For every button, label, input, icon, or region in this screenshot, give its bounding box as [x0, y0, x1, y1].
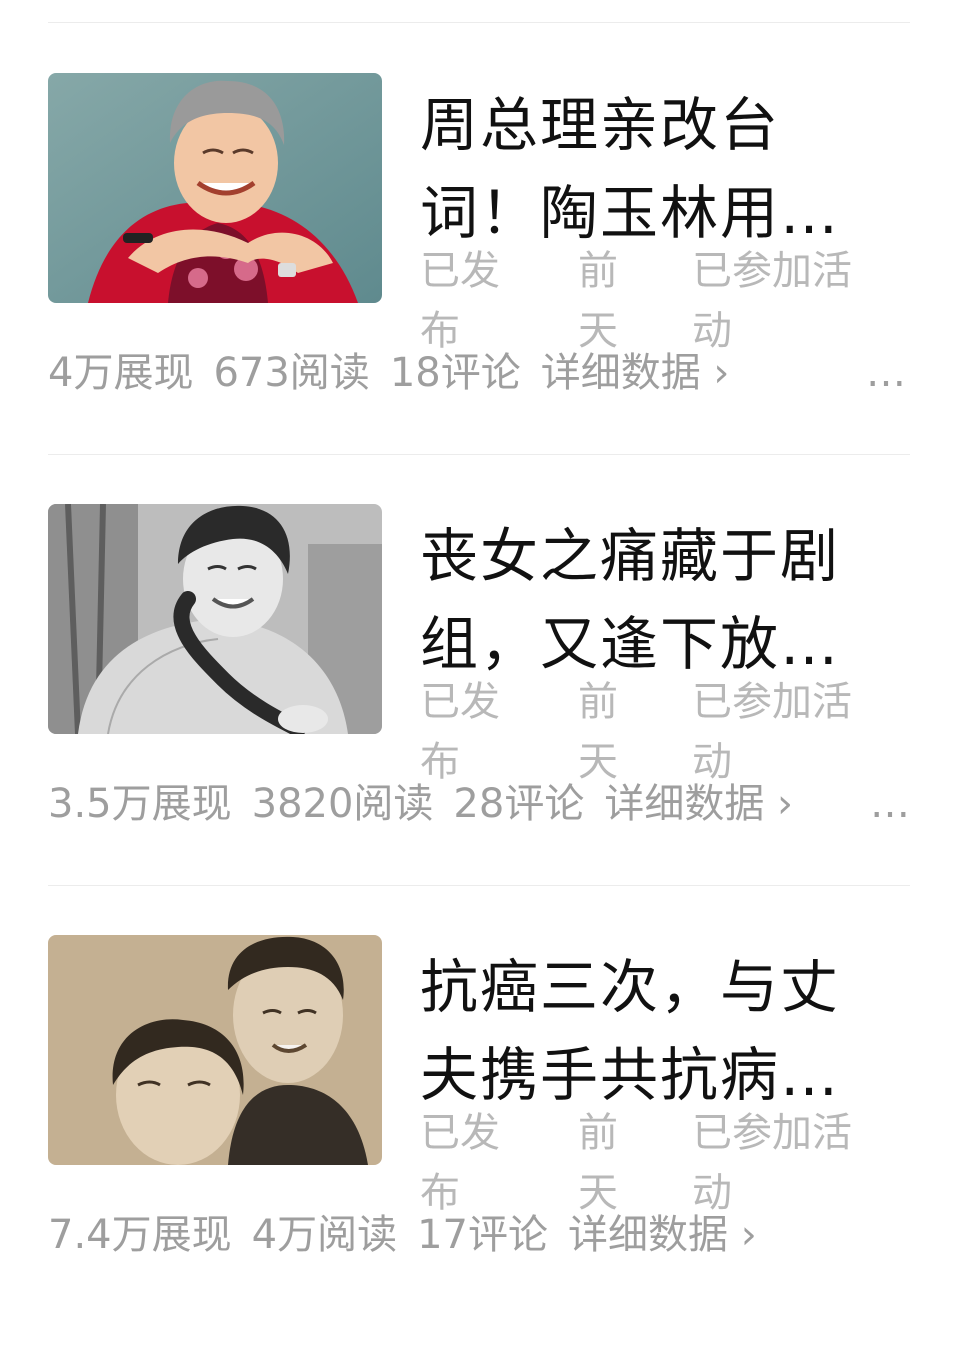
- article-title[interactable]: 周总理亲改台 词！陶玉林用…: [420, 81, 890, 257]
- title-line-1: 周总理亲改台: [420, 91, 781, 159]
- comments-count[interactable]: 18评论: [390, 350, 521, 396]
- thumbnail-bw-woman-braid[interactable]: [48, 504, 382, 734]
- article-title[interactable]: 丧女之痛藏于剧 组，又逢下放…: [420, 512, 890, 688]
- thumbnail-sepia-couple[interactable]: [48, 935, 382, 1165]
- comments-count[interactable]: 17评论: [417, 1212, 548, 1258]
- article-title[interactable]: 抗癌三次，与丈 夫携手共抗病…: [420, 943, 890, 1119]
- views-count: 4万展现: [48, 350, 194, 396]
- views-count: 3.5万展现: [48, 781, 232, 827]
- reads-count: 673阅读: [213, 350, 370, 396]
- detail-data-link[interactable]: 详细数据 ›: [604, 781, 793, 827]
- comments-count[interactable]: 28评论: [453, 781, 584, 827]
- more-options-icon[interactable]: …: [870, 774, 910, 834]
- views-count: 7.4万展现: [48, 1212, 232, 1258]
- reads-count: 4万阅读: [251, 1212, 398, 1258]
- article-item-1[interactable]: 周总理亲改台 词！陶玉林用… 已发布 前天 已参加活动 4万展现 673阅读 18评…: [0, 73, 958, 503]
- reads-count: 3820阅读: [251, 781, 434, 827]
- thumbnail-elderly-woman-red[interactable]: [48, 73, 382, 303]
- article-stats: 3.5万展现 3820阅读 28评论 详细数据 ›: [48, 774, 813, 834]
- article-stats: 7.4万展现 4万阅读 17评论 详细数据 ›: [48, 1205, 777, 1265]
- top-divider: [48, 22, 910, 23]
- article-item-2[interactable]: 丧女之痛藏于剧 组，又逢下放… 已发布 前天 已参加活动 3.5万展现 3820阅…: [0, 504, 958, 934]
- detail-data-link[interactable]: 详细数据 ›: [541, 350, 730, 396]
- item-divider: [48, 454, 910, 455]
- article-item-3[interactable]: 抗癌三次，与丈 夫携手共抗病… 已发布 前天 已参加活动 7.4万展现 4万阅读 1…: [0, 935, 958, 1365]
- more-options-icon[interactable]: …: [866, 343, 906, 403]
- title-line-1: 抗癌三次，与丈: [420, 953, 841, 1021]
- article-stats: 4万展现 673阅读 18评论 详细数据 ›: [48, 343, 749, 403]
- detail-data-link[interactable]: 详细数据 ›: [568, 1212, 757, 1258]
- item-divider: [48, 885, 910, 886]
- title-line-1: 丧女之痛藏于剧: [420, 522, 841, 590]
